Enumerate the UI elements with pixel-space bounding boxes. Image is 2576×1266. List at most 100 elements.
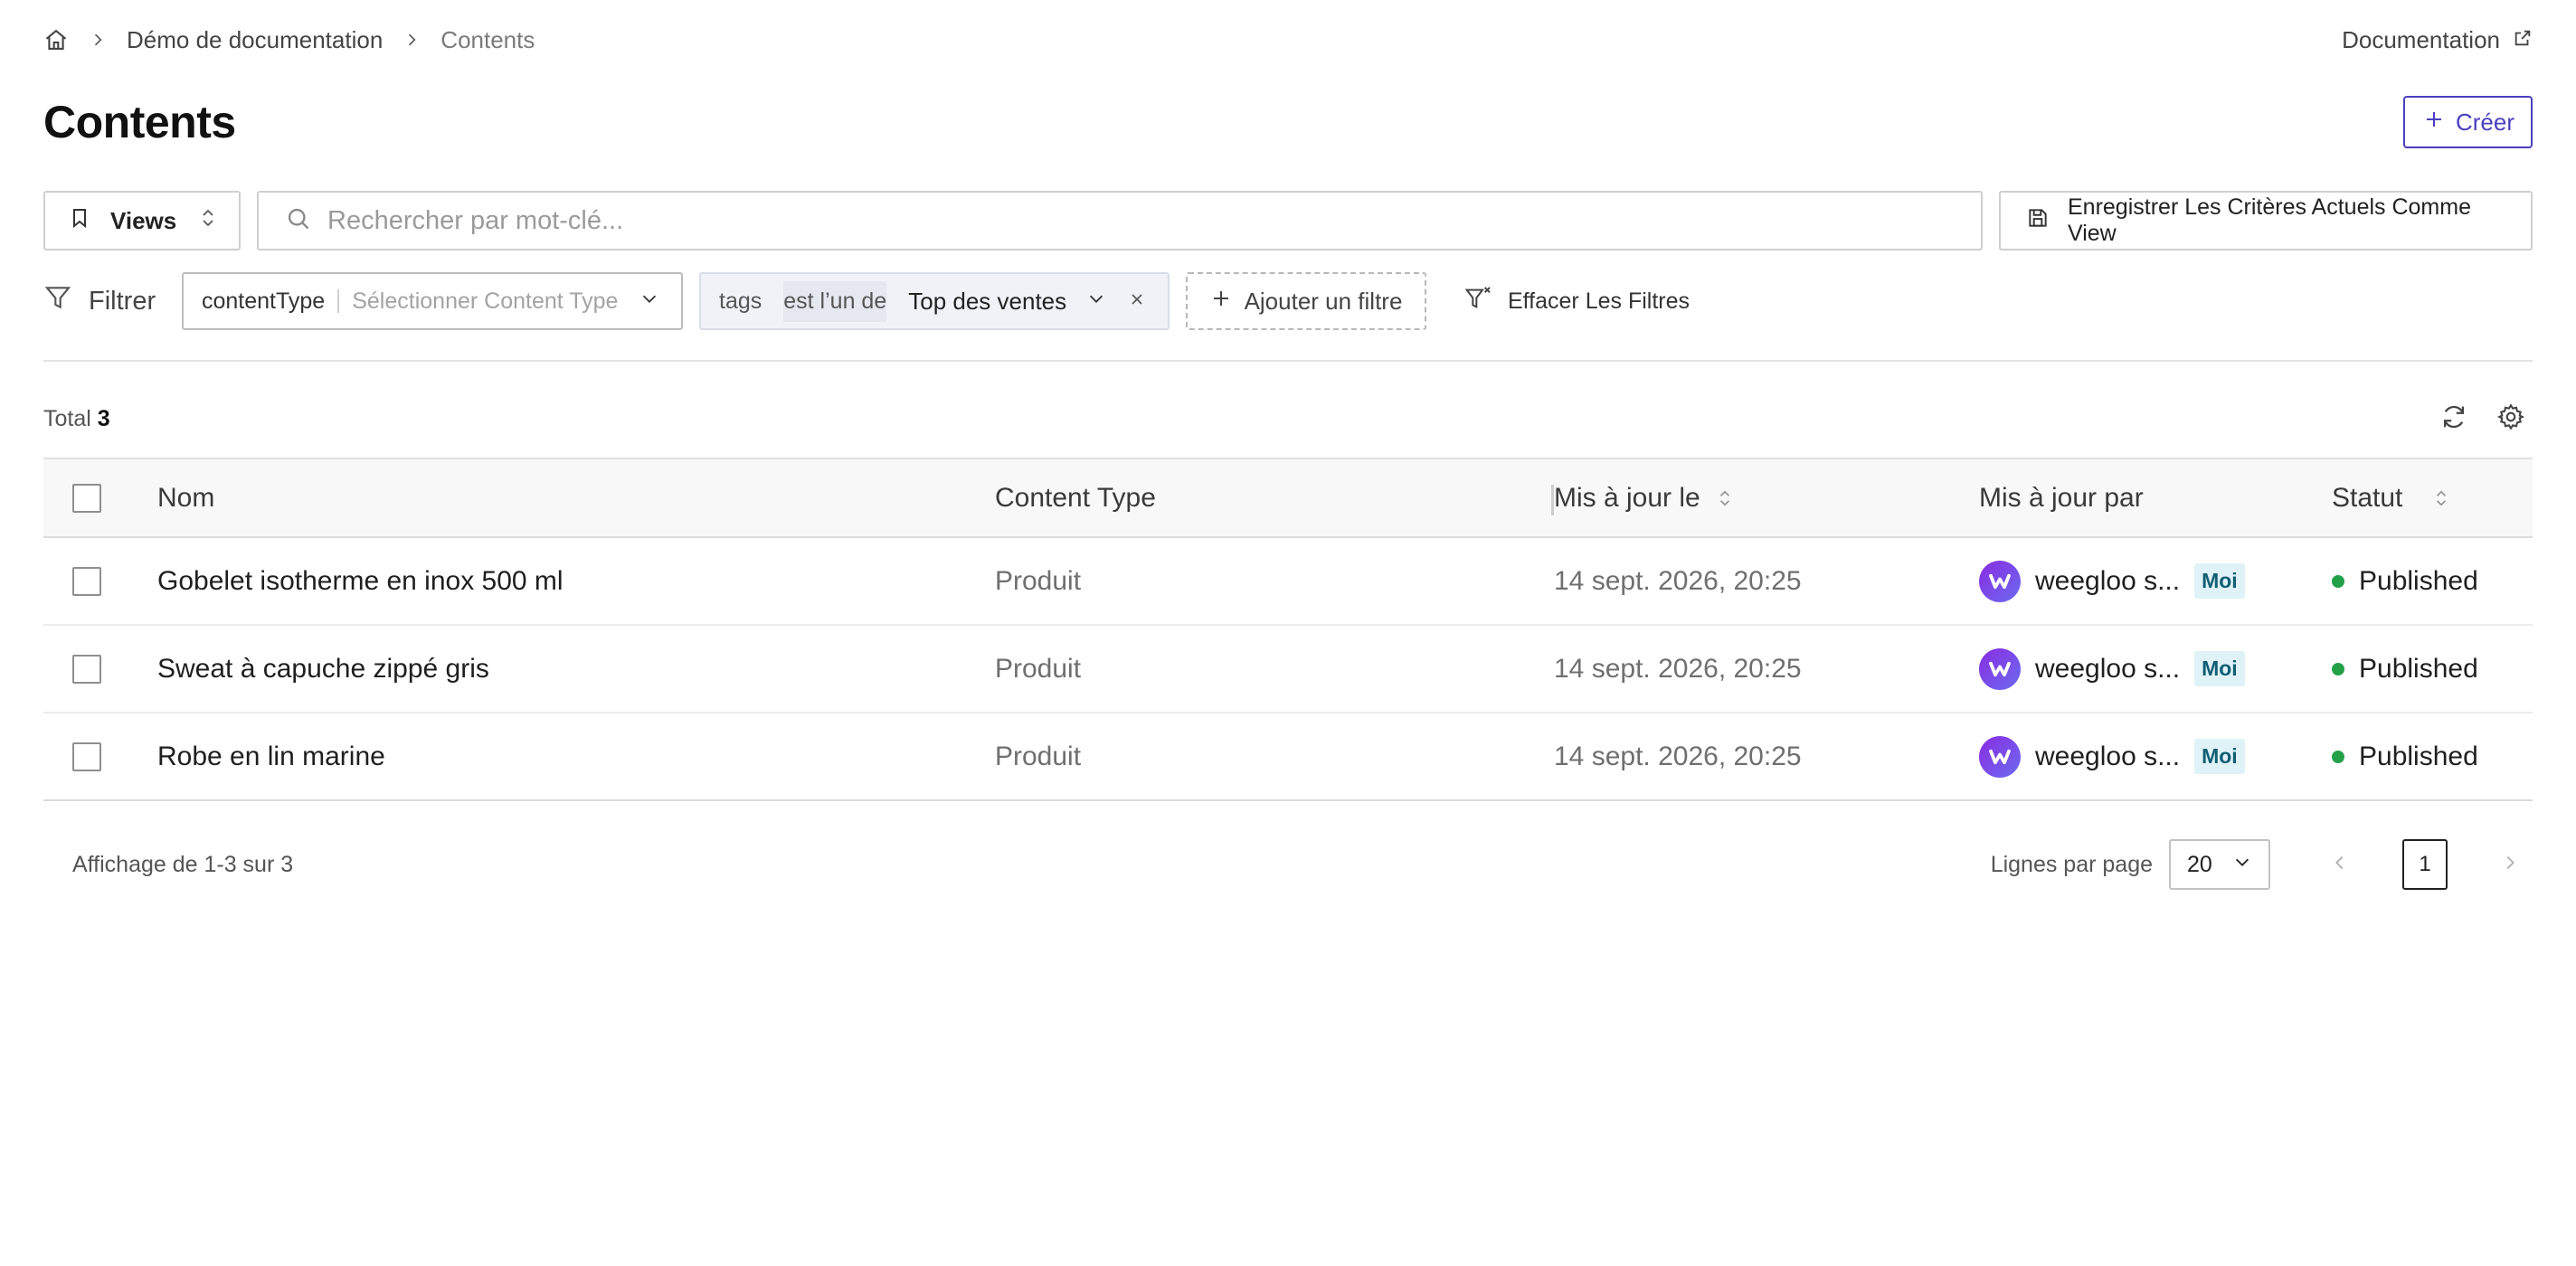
- column-header-status[interactable]: Statut: [2332, 459, 2533, 536]
- column-header-updated-at[interactable]: Mis à jour le: [1554, 459, 1979, 536]
- refresh-icon[interactable]: [2439, 402, 2469, 437]
- title-row: Contents Créer: [43, 94, 2533, 150]
- tags-filter[interactable]: tags est l’un de Top des ventes: [699, 272, 1170, 330]
- row-status-label: Published: [2359, 741, 2478, 771]
- row-updated-at: 14 sept. 2026, 20:25: [1554, 653, 1802, 684]
- me-badge: Moi: [2194, 651, 2245, 686]
- sort-icon: [1717, 487, 1733, 509]
- search-input[interactable]: [327, 205, 1954, 236]
- row-status-label: Published: [2359, 565, 2478, 596]
- me-badge: Moi: [2194, 563, 2245, 599]
- chevron-right-icon: [402, 31, 421, 49]
- previous-page-button[interactable]: [2317, 839, 2363, 890]
- row-checkbox[interactable]: [72, 654, 101, 684]
- table-row[interactable]: Sweat à capuche zippé gris Produit 14 se…: [43, 626, 2533, 713]
- contents-table: Nom Content Type Mis à jour le Mis à jou…: [43, 458, 2533, 801]
- save-icon: [2026, 206, 2050, 236]
- table-tools: [2439, 402, 2533, 437]
- page-title: Contents: [43, 97, 236, 147]
- column-header-content-type: Content Type: [995, 459, 1554, 536]
- chevron-down-icon: [639, 288, 659, 315]
- filter-label-text: Filtrer: [89, 286, 156, 316]
- clear-filters-button[interactable]: Effacer Les Filtres: [1464, 284, 1690, 319]
- table-row[interactable]: Robe en lin marine Produit 14 sept. 2026…: [43, 713, 2533, 801]
- divider: [43, 360, 2533, 362]
- row-name[interactable]: Sweat à capuche zippé gris: [157, 626, 995, 712]
- save-view-label: Enregistrer Les Critères Actuels Comme V…: [2068, 194, 2471, 246]
- rows-per-page-label: Lignes par page: [1990, 851, 2153, 877]
- content-type-filter[interactable]: contentType Sélectionner Content Type: [182, 272, 683, 330]
- page-number-button[interactable]: 1: [2402, 839, 2448, 890]
- sort-icon: [199, 207, 217, 235]
- chevron-down-icon: [2232, 852, 2252, 878]
- row-status-label: Published: [2359, 653, 2478, 684]
- showing-range: Affichage de 1-3 sur 3: [72, 851, 294, 877]
- total-value: 3: [97, 405, 110, 431]
- row-updated-by-name: weegloo s...: [2035, 741, 2181, 771]
- table-row[interactable]: Gobelet isotherme en inox 500 ml Produit…: [43, 538, 2533, 626]
- table-header: Nom Content Type Mis à jour le Mis à jou…: [43, 458, 2533, 538]
- select-all-checkbox[interactable]: [72, 483, 101, 513]
- row-checkbox[interactable]: [72, 742, 101, 771]
- chevron-down-icon[interactable]: [1086, 288, 1106, 315]
- breadcrumb: Démo de documentation Contents: [43, 26, 535, 54]
- search-box: [257, 191, 1983, 250]
- content-type-filter-key: contentType: [202, 288, 326, 314]
- me-badge: Moi: [2194, 739, 2245, 774]
- documentation-link[interactable]: Documentation: [2342, 26, 2533, 54]
- column-header-updated-at-label: Mis à jour le: [1554, 482, 1700, 513]
- contents-page: Démo de documentation Contents Documenta…: [0, 0, 2576, 1266]
- row-name[interactable]: Robe en lin marine: [157, 713, 995, 799]
- external-link-icon: [2513, 26, 2533, 54]
- filter-icon: [43, 283, 72, 319]
- row-updated-at: 14 sept. 2026, 20:25: [1554, 741, 1802, 771]
- top-bar: Démo de documentation Contents Documenta…: [43, 20, 2533, 60]
- column-header-updated-by: Mis à jour par: [1979, 482, 2144, 513]
- clear-filter-icon: [1464, 284, 1493, 319]
- next-page-button[interactable]: [2487, 839, 2533, 890]
- add-filter-label: Ajouter un filtre: [1244, 287, 1403, 315]
- row-updated-by: weegloo s... Moi: [1979, 626, 2332, 712]
- chevron-right-icon: [2500, 853, 2520, 877]
- page-size-value: 20: [2187, 851, 2212, 877]
- chevron-right-icon: [89, 31, 107, 49]
- add-filter-button[interactable]: Ajouter un filtre: [1186, 272, 1426, 330]
- column-resizer[interactable]: [1551, 485, 1554, 515]
- plus-icon: [1210, 288, 1232, 316]
- sort-icon: [2433, 487, 2449, 509]
- views-selector[interactable]: Views: [43, 191, 241, 250]
- column-header-content-type-label: Content Type: [995, 482, 1156, 513]
- total-label: Total: [43, 405, 91, 431]
- row-content-type: Produit: [995, 741, 1082, 771]
- column-header-name: Nom: [157, 482, 215, 513]
- documentation-label: Documentation: [2342, 25, 2500, 53]
- row-name[interactable]: Gobelet isotherme en inox 500 ml: [157, 538, 995, 624]
- clear-filters-label: Effacer Les Filtres: [1508, 288, 1690, 314]
- bookmark-icon: [69, 207, 90, 235]
- status-dot: [2332, 662, 2344, 676]
- row-status: Published: [2332, 626, 2533, 712]
- table-footer: Affichage de 1-3 sur 3 Lignes par page 2…: [43, 839, 2533, 890]
- row-updated-by-name: weegloo s...: [2035, 653, 2181, 684]
- row-checkbox[interactable]: [72, 566, 101, 596]
- home-icon[interactable]: [43, 27, 69, 52]
- close-icon[interactable]: [1128, 288, 1146, 315]
- status-dot: [2332, 574, 2344, 588]
- pagination: Lignes par page 20 1: [1991, 839, 2533, 890]
- breadcrumb-item-current: Contents: [440, 25, 535, 53]
- breadcrumb-item-project[interactable]: Démo de documentation: [127, 26, 383, 54]
- save-view-button[interactable]: Enregistrer Les Critères Actuels Comme V…: [1999, 191, 2533, 250]
- tags-filter-value[interactable]: Top des ventes: [908, 288, 1066, 316]
- gear-icon[interactable]: [2496, 402, 2525, 436]
- create-button[interactable]: Créer: [2402, 96, 2533, 148]
- filter-row: Filtrer contentType Sélectionner Content…: [43, 272, 2533, 330]
- plus-icon: [2423, 109, 2445, 137]
- total-count: Total 3: [43, 406, 110, 432]
- row-status: Published: [2332, 713, 2533, 799]
- tags-filter-operator[interactable]: est l’un de: [783, 280, 887, 322]
- row-updated-by: weegloo s... Moi: [1979, 713, 2332, 799]
- row-status: Published: [2332, 538, 2533, 624]
- page-size-select[interactable]: 20: [2169, 839, 2270, 890]
- filter-label: Filtrer: [43, 283, 182, 319]
- separator: [337, 289, 340, 313]
